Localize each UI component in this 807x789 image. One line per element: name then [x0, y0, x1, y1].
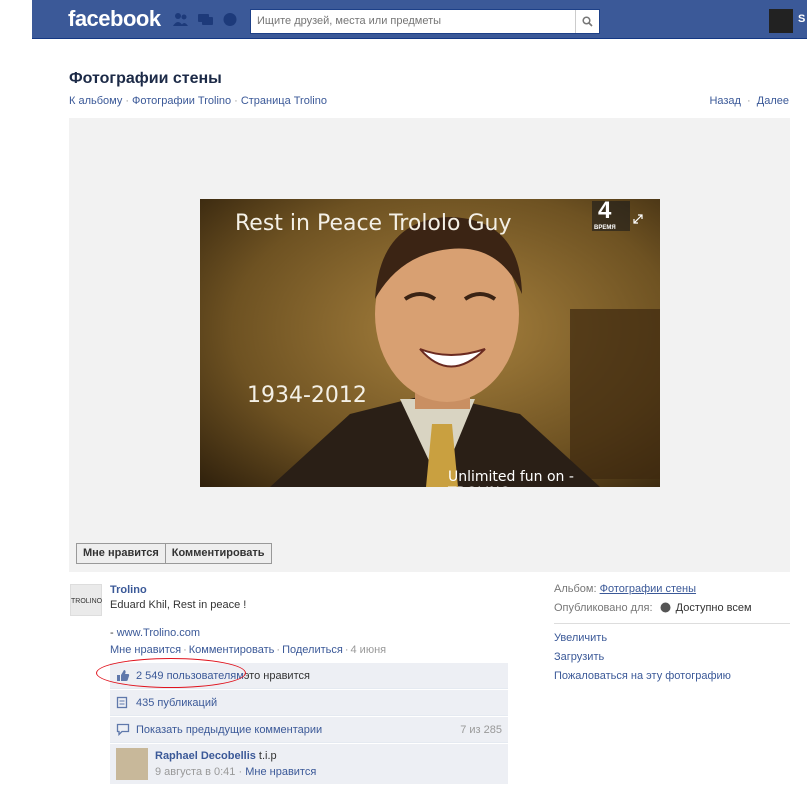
album-row: Альбом: Фотографии стены [554, 583, 790, 595]
commenter-name[interactable]: Raphael Decobellis [155, 750, 256, 762]
notification-jewels [172, 12, 239, 27]
photo-action-bar: Мне нравится Комментировать [76, 543, 272, 564]
prev-button[interactable]: Назад [709, 95, 741, 107]
photo-sidebar: Альбом: Фотографии стены Опубликовано дл… [554, 583, 790, 689]
post-comment-link[interactable]: Комментировать [189, 644, 275, 656]
messages-icon[interactable] [197, 12, 214, 27]
breadcrumb: К альбому · Фотографии Trolino · Страница Tr… [69, 95, 327, 107]
photo-pager: Назад · Далее [709, 95, 789, 107]
commenter-line: Raphael Decobellis t.i.p [155, 750, 277, 762]
photo-image [200, 199, 660, 487]
published-value[interactable]: Доступно всем [676, 602, 752, 614]
comment-button[interactable]: Комментировать [165, 543, 272, 564]
facebook-logo[interactable]: facebook [68, 6, 161, 32]
like-button[interactable]: Мне нравится [76, 543, 166, 564]
globe-icon [660, 602, 671, 616]
search-input[interactable] [251, 10, 571, 32]
comment-bubble-icon [116, 723, 130, 737]
comment-text: t.i.p [255, 750, 277, 762]
comment-item: Raphael Decobellis t.i.p 9 августа в 0:4… [110, 744, 508, 784]
photo-watermark: Unlimited fun on -TROLINO.com [448, 469, 574, 487]
thumbs-up-icon [116, 669, 130, 682]
top-bar: facebook S [32, 0, 807, 39]
album-link[interactable]: Фотографии стены [600, 583, 696, 595]
photo-years: 1934-2012 [247, 383, 367, 408]
post-date[interactable]: 4 июня [351, 644, 387, 656]
show-previous-row: Показать предыдущие комментарии 7 из 285 [110, 717, 508, 743]
channel-label: ВРЕМЯ [594, 225, 616, 231]
comment-count: 7 из 285 [460, 723, 502, 736]
channel-number: 4 [598, 199, 612, 224]
next-button[interactable]: Далее [757, 95, 789, 107]
search-box [250, 9, 600, 34]
page-title: Фотографии стены [69, 70, 222, 87]
comment-like-link[interactable]: Мне нравится [245, 766, 316, 778]
post-link-row: - www.Trolino.com [110, 627, 200, 639]
likes-row: 2 549 пользователям это нравится [110, 663, 508, 689]
post-link[interactable]: www.Trolino.com [117, 627, 200, 639]
album-label: Альбом: [554, 583, 597, 595]
divider [554, 623, 790, 624]
avatar[interactable] [769, 9, 793, 33]
photo-stage: Rest in Peace Trololo Guy 1934-2012 Unli… [69, 118, 790, 572]
download-link[interactable]: Загрузить [554, 651, 790, 663]
photo[interactable]: Rest in Peace Trololo Guy 1934-2012 Unli… [200, 199, 660, 487]
show-previous-comments-link[interactable]: Показать предыдущие комментарии [136, 724, 322, 736]
post-like-link[interactable]: Мне нравится [110, 644, 181, 656]
likes-suffix: это нравится [243, 669, 310, 682]
post-author[interactable]: Trolino [110, 584, 147, 596]
post-share-link[interactable]: Поделиться [282, 644, 343, 656]
notifications-globe-icon[interactable] [222, 12, 239, 27]
search-icon [582, 16, 593, 27]
breadcrumb-page[interactable]: Страница Trolino [241, 95, 327, 107]
avatar-logo-text: TROLINO [71, 598, 103, 605]
photo-caption-top: Rest in Peace Trololo Guy [235, 211, 512, 236]
profile-name[interactable]: S [798, 13, 805, 25]
breadcrumb-album[interactable]: К альбому [69, 95, 122, 107]
post-meta: Мне нравится · Комментировать · Поделиться · 4… [110, 644, 387, 656]
post-link-prefix: - [110, 627, 117, 639]
post-author-avatar[interactable]: TROLINO [70, 584, 102, 616]
report-photo-link[interactable]: Пожаловаться на эту фотографию [554, 670, 790, 682]
published-label: Опубликовано для: [554, 602, 653, 614]
commenter-avatar[interactable] [116, 748, 148, 780]
shares-row: 435 публикаций [110, 690, 508, 716]
comment-time[interactable]: 9 августа в 0:41 [155, 766, 235, 778]
friend-requests-icon[interactable] [172, 12, 189, 27]
search-button[interactable] [575, 10, 599, 33]
feedback-box: 2 549 пользователям это нравится 435 пуб… [110, 663, 508, 785]
enlarge-link[interactable]: Увеличить [554, 632, 790, 644]
published-row: Опубликовано для: Доступно всем [554, 602, 790, 616]
likes-count-link[interactable]: 2 549 пользователям [136, 670, 244, 682]
shares-count-link[interactable]: 435 публикаций [136, 697, 217, 709]
share-icon [116, 696, 130, 709]
post-text: Eduard Khil, Rest in peace ! [110, 599, 247, 611]
expand-icon[interactable] [632, 213, 644, 228]
breadcrumb-photos[interactable]: Фотографии Trolino [132, 95, 231, 107]
comment-meta: 9 августа в 0:41 · Мне нравится [155, 766, 317, 778]
